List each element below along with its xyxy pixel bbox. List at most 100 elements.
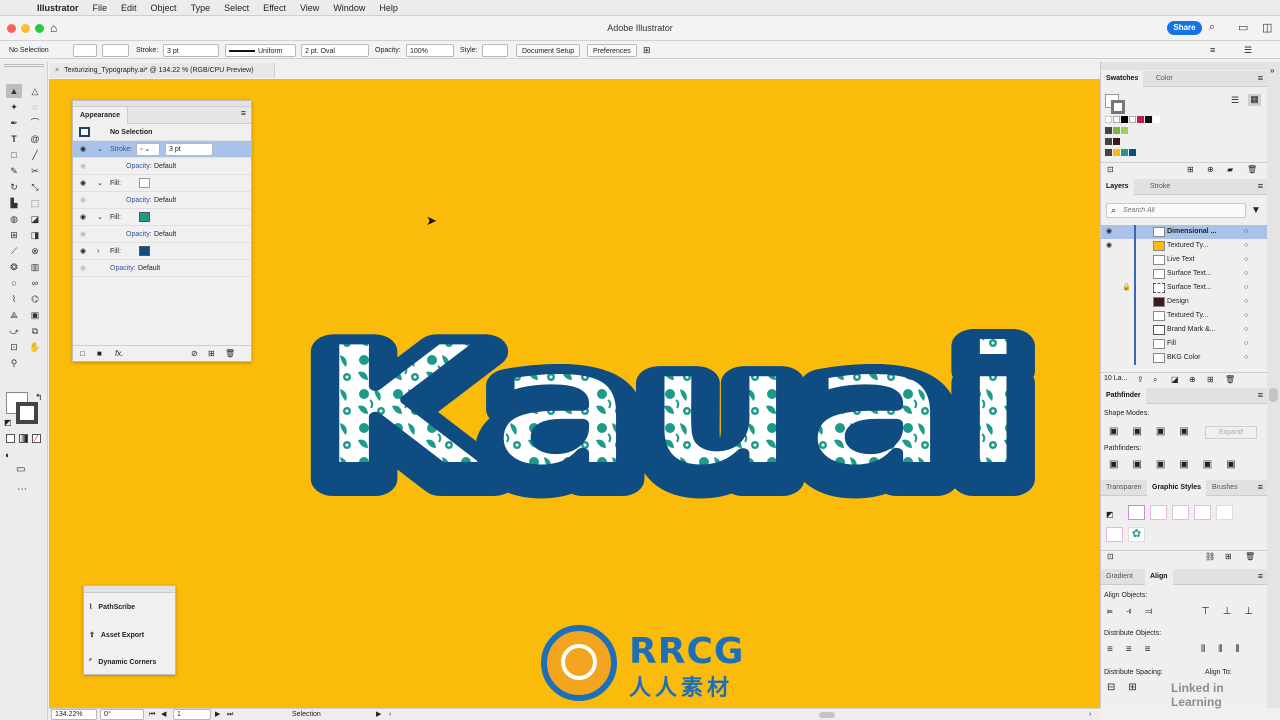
lasso-tool-icon[interactable]: ◌ [27, 100, 43, 114]
chevron-down-icon[interactable]: ⌄ [97, 209, 103, 226]
opacity-row-label[interactable]: Opacity: [126, 226, 152, 243]
new-layer-icon[interactable]: ⊞ [1207, 375, 1214, 384]
layer-target-icon[interactable]: ○ [1244, 351, 1248, 365]
distribute-spacing-buttons[interactable]: ⊟⊞ [1107, 682, 1150, 693]
panel-menu-icon[interactable]: ≡ [1258, 571, 1263, 581]
artboard-tool-icon[interactable]: ⊡ [6, 340, 22, 354]
layer-row[interactable]: 🔒 Surface Text... ○ [1101, 281, 1267, 295]
workspace-icon[interactable]: ◫ [1262, 21, 1272, 34]
horizontal-scrollbar-thumb[interactable] [819, 712, 835, 718]
toolbar-grip[interactable] [4, 64, 44, 67]
distribute-horizontal-buttons[interactable]: ⫴⫴⫴ [1201, 644, 1253, 655]
panel-scrollbar[interactable]: » [1267, 62, 1280, 708]
visibility-eye-icon[interactable]: ◉ [1106, 239, 1112, 253]
chevron-down-icon[interactable]: ⌄ [97, 141, 103, 158]
layer-target-icon[interactable]: ○ [1244, 253, 1248, 267]
panel-menu-icon[interactable]: ≡ [241, 108, 246, 118]
layer-name[interactable]: Surface Text... [1167, 267, 1212, 281]
gradient-tool-icon[interactable]: ◨ [27, 228, 43, 242]
eyedropper-tool-icon[interactable]: ⟋ [6, 244, 22, 258]
scroll-right-icon[interactable]: › [1089, 709, 1091, 720]
shape-mode-buttons[interactable]: ▣▣▣▣ [1109, 426, 1203, 437]
visibility-eye-icon[interactable]: ◉ [80, 175, 86, 192]
chevron-right-icon[interactable]: › [97, 243, 99, 260]
document-tab[interactable]: × Texturizing_Typography.ai* @ 134.22 % (… [50, 63, 275, 78]
fill-row[interactable]: ◉ ⌄ Fill: [73, 209, 251, 226]
layer-row[interactable]: Surface Text... ○ [1101, 267, 1267, 281]
spiral-tool-icon[interactable]: @ [27, 132, 43, 146]
stroke-row[interactable]: ◉ ⌄ Stroke: ▫ ⌄ 3 pt [73, 141, 251, 158]
last-artboard-icon[interactable]: ⏭ [227, 709, 233, 720]
style-dropdown[interactable] [482, 44, 508, 57]
layer-name[interactable]: Brand Mark &... [1167, 323, 1216, 337]
layer-name[interactable]: Design [1167, 295, 1189, 309]
layer-row[interactable]: Brand Mark &... ○ [1101, 323, 1267, 337]
control-menu-icon[interactable]: ☰ [1244, 44, 1252, 57]
align-panel-icon[interactable]: ≡ [1210, 44, 1215, 57]
lock-icon[interactable]: 🔒 [1122, 281, 1131, 295]
fill-color-dropdown[interactable] [73, 44, 97, 57]
menu-file[interactable]: File [86, 3, 115, 13]
layer-row[interactable]: ◉ Dimensional ... ○ [1101, 225, 1267, 239]
layer-name[interactable]: Dimensional ... [1167, 225, 1216, 239]
expand-button[interactable]: Expand [1205, 426, 1257, 439]
visibility-eye-icon[interactable]: ◉ [80, 260, 86, 277]
menu-select[interactable]: Select [217, 3, 256, 13]
scrollbar-thumb[interactable] [1269, 388, 1278, 402]
default-colors-icon[interactable]: ◩ [4, 418, 12, 427]
opacity-row-label[interactable]: Opacity: [126, 192, 152, 209]
stroke-swatch[interactable] [16, 402, 38, 424]
shape-builder-tool-icon[interactable]: ◍ [6, 212, 22, 226]
tab-brushes[interactable]: Brushes [1207, 480, 1243, 496]
visibility-eye-icon[interactable]: ◉ [1106, 225, 1112, 239]
perspective-selection-tool-icon[interactable]: ▣ [27, 308, 43, 322]
graphic-style-swatch[interactable] [1106, 527, 1123, 542]
panel-menu-icon[interactable]: ≡ [1258, 73, 1263, 83]
zoom-tool-icon[interactable]: ⚲ [6, 356, 22, 370]
align-object-buttons[interactable]: ⫢⫣⫤ [1107, 606, 1165, 617]
layer-target-icon[interactable]: ○ [1244, 295, 1248, 309]
stroke-row-label[interactable]: Stroke: [110, 141, 132, 158]
graphic-style-swatch[interactable] [1216, 505, 1233, 520]
tab-align[interactable]: Align [1145, 569, 1173, 585]
add-stroke-icon[interactable]: □ [80, 346, 85, 362]
tab-swatches[interactable]: Swatches [1101, 71, 1144, 87]
layer-name[interactable]: Surface Text... [1167, 281, 1212, 295]
layer-target-icon[interactable]: ○ [1244, 267, 1248, 281]
stroke-weight-input[interactable]: 3 pt [165, 143, 213, 156]
previous-artboard-icon[interactable]: ◀ [161, 709, 166, 720]
anchor-tool-icon[interactable]: ⤻ [6, 324, 22, 338]
hand-tool-icon[interactable]: ✋ [27, 340, 43, 354]
free-transform-tool-icon[interactable]: ⬚ [27, 196, 43, 210]
zoom-field[interactable]: 134.22% [51, 709, 97, 720]
gradient-mode-icon[interactable] [19, 434, 28, 443]
list-view-icon[interactable]: ☰ [1231, 95, 1239, 106]
preferences-button[interactable]: Preferences [587, 44, 637, 57]
stroke-color-dropdown[interactable] [102, 44, 129, 57]
fill-row-label[interactable]: Fill: [110, 209, 121, 226]
fill-swatch-white[interactable] [139, 178, 150, 188]
layer-row[interactable]: ◉ Textured Ty... ○ [1101, 239, 1267, 253]
graphic-style-swatch[interactable] [1150, 505, 1167, 520]
layer-row[interactable]: BKG Color ○ [1101, 351, 1267, 365]
pathfinder-buttons[interactable]: ▣▣▣▣▣▣ [1109, 459, 1250, 470]
visibility-eye-icon[interactable]: ◉ [80, 141, 86, 158]
layers-search-input[interactable] [1123, 205, 1241, 216]
fill-swatch-blue[interactable] [139, 246, 150, 256]
edit-toolbar-icon[interactable]: ⋯ [17, 484, 27, 495]
distribute-object-buttons[interactable]: ≡≡≡ [1107, 644, 1164, 655]
layer-target-icon[interactable]: ○ [1244, 323, 1248, 337]
asset-export-item[interactable]: ⇪ Asset Export [89, 631, 144, 639]
swatch-stroke-indicator[interactable] [1111, 100, 1125, 114]
share-button[interactable]: Share [1167, 21, 1202, 35]
appearance-tab[interactable]: Appearance [73, 107, 129, 124]
layer-target-icon[interactable]: ○ [1244, 309, 1248, 323]
trash-icon[interactable]: 🗑 [1245, 552, 1255, 561]
menu-illustrator[interactable]: Illustrator [30, 3, 86, 13]
ellipse-tool-icon[interactable]: ○ [6, 276, 22, 290]
selection-tool-icon[interactable]: ▲ [6, 84, 22, 98]
layer-target-icon[interactable]: ○ [1244, 281, 1248, 295]
panel-grip[interactable] [84, 586, 175, 593]
layer-row[interactable]: Textured Ty... ○ [1101, 309, 1267, 323]
menu-effect[interactable]: Effect [256, 3, 293, 13]
